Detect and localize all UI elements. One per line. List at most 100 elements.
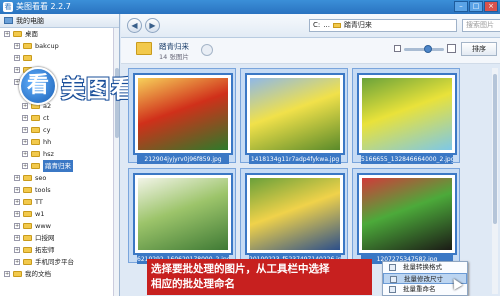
- expand-toggle-icon[interactable]: +: [14, 55, 20, 61]
- thumbnail-image: [138, 78, 228, 150]
- forward-button[interactable]: ▶: [145, 18, 160, 33]
- expand-toggle-icon[interactable]: +: [22, 139, 28, 145]
- minimize-button[interactable]: –: [454, 1, 468, 12]
- tree-item[interactable]: + 我的文档: [0, 268, 119, 280]
- tree-item[interactable]: + 手机同步平台: [0, 256, 119, 268]
- tree-item[interactable]: + seo: [0, 172, 119, 184]
- search-input[interactable]: 搜索图片: [462, 19, 500, 32]
- tree-item-label: hsz: [43, 150, 54, 158]
- thumbnail-image: [362, 178, 452, 250]
- tree-item-label: 我的文档: [25, 270, 51, 278]
- image-thumbnail[interactable]: 1418134g11r7adp4fykwa.jpg: [240, 68, 348, 164]
- folder-crumb[interactable]: 踏青归来: [344, 20, 372, 31]
- folder-icon: [23, 199, 32, 205]
- tree-item[interactable]: + ct: [0, 112, 119, 124]
- tree-item[interactable]: + tools: [0, 184, 119, 196]
- tree-item-label: 踏青归来: [43, 160, 73, 172]
- tree-item-label: 手机同步平台: [35, 258, 74, 266]
- folder-icon: [31, 163, 40, 169]
- main-toolbar: ◀ ▶ C: ... 踏青归来 搜索图片: [121, 14, 500, 38]
- expand-toggle-icon[interactable]: +: [4, 31, 10, 37]
- tree-item[interactable]: +: [0, 52, 119, 64]
- folder-icon: [23, 235, 32, 241]
- thumbnail-filename: 5166655_132846664000_2.jpg: [361, 155, 453, 164]
- expand-toggle-icon[interactable]: +: [14, 223, 20, 229]
- grid-scrollbar[interactable]: [492, 68, 498, 294]
- tree-item[interactable]: + hsz: [0, 148, 119, 160]
- expand-toggle-icon[interactable]: +: [14, 43, 20, 49]
- expand-toggle-icon[interactable]: +: [14, 259, 20, 265]
- folder-icon: [31, 139, 40, 145]
- expand-toggle-icon[interactable]: +: [22, 115, 28, 121]
- menu-item-convert-format[interactable]: 批量转换格式: [383, 262, 467, 273]
- zoom-in-icon[interactable]: [447, 44, 456, 53]
- folder-icon: [13, 271, 22, 277]
- address-bar[interactable]: C: ... 踏青归来: [309, 19, 457, 32]
- thumbnail-image: [250, 178, 340, 250]
- expand-toggle-icon[interactable]: +: [14, 175, 20, 181]
- zoom-slider-knob[interactable]: [424, 45, 432, 53]
- back-button[interactable]: ◀: [127, 18, 142, 33]
- caption-line-1: 选择要批处理的图片，从工具栏中选择: [151, 263, 330, 275]
- tree-item[interactable]: + TT: [0, 196, 119, 208]
- thumbnail-frame: [245, 73, 345, 155]
- image-thumbnail[interactable]: 212904jyjyrv0j96f859.jpg: [128, 68, 236, 164]
- tree-item[interactable]: + 拓宏师: [0, 244, 119, 256]
- expand-toggle-icon[interactable]: +: [14, 187, 20, 193]
- maximize-button[interactable]: □: [469, 1, 483, 12]
- sort-button[interactable]: 排序: [461, 42, 497, 56]
- folder-icon: [31, 115, 40, 121]
- drive-crumb[interactable]: C:: [313, 20, 320, 31]
- tree-item-label: 口授网: [35, 234, 55, 242]
- tree-item-label: www: [35, 222, 51, 230]
- folder-icon: [23, 211, 32, 217]
- ellipsis-crumb[interactable]: ...: [323, 20, 330, 31]
- expand-toggle-icon[interactable]: +: [14, 211, 20, 217]
- folder-icon: [31, 127, 40, 133]
- thumbnail-frame: [245, 173, 345, 255]
- image-thumbnail[interactable]: 5166655_132846664000_2.jpg: [352, 68, 460, 164]
- my-computer-header[interactable]: 我的电脑: [0, 14, 119, 28]
- expand-toggle-icon[interactable]: +: [22, 127, 28, 133]
- thumbnail-frame: [133, 173, 233, 255]
- window-title: 美图看看 2.2.7: [16, 2, 71, 11]
- tree-item-label: tools: [35, 186, 51, 194]
- tree-item-label: ct: [43, 114, 50, 122]
- zoom-out-icon[interactable]: [394, 45, 401, 52]
- folder-panel: 我的电脑 +桌面+bakcup++++007+a2+ct+cy+hh+hsz+踏…: [0, 14, 120, 296]
- tree-item[interactable]: + 口授网: [0, 232, 119, 244]
- folder-icon: [23, 247, 32, 253]
- tree-item[interactable]: + bakcup: [0, 40, 119, 52]
- tree-item-label: w1: [35, 210, 45, 218]
- image-thumbnail[interactable]: 1207275347582.jpg: [352, 168, 460, 264]
- image-thumbnail[interactable]: 20100223_f5237497140226.jpg: [240, 168, 348, 264]
- tree-item[interactable]: + 桌面: [0, 28, 119, 40]
- my-computer-label: 我的电脑: [16, 16, 44, 25]
- image-count: 14 张图片: [159, 53, 189, 61]
- expand-toggle-icon[interactable]: +: [22, 151, 28, 157]
- tree-item[interactable]: + 踏青归来: [0, 160, 119, 172]
- title-bar: 看 美图看看 2.2.7 – □ ×: [0, 0, 500, 14]
- thumbnail-filename: 1418134g11r7adp4fykwa.jpg: [249, 155, 341, 164]
- expand-toggle-icon[interactable]: +: [14, 247, 20, 253]
- caption-line-2: 相应的批处理命名: [151, 278, 235, 290]
- expand-toggle-icon[interactable]: +: [14, 199, 20, 205]
- close-button[interactable]: ×: [484, 1, 498, 12]
- thumbnail-image: [250, 78, 340, 150]
- tree-item[interactable]: + cy: [0, 124, 119, 136]
- tree-item[interactable]: + hh: [0, 136, 119, 148]
- folder-options-icon[interactable]: [201, 44, 213, 56]
- folder-icon: [136, 42, 152, 55]
- expand-toggle-icon[interactable]: +: [4, 271, 10, 277]
- app-icon: 看: [3, 2, 13, 12]
- tree-item-label: cy: [43, 126, 51, 134]
- tree-item[interactable]: + www: [0, 220, 119, 232]
- grid-scroll-thumb[interactable]: [493, 74, 497, 224]
- expand-toggle-icon[interactable]: +: [22, 163, 28, 169]
- folder-icon: [23, 55, 32, 61]
- zoom-slider[interactable]: [404, 45, 444, 53]
- tree-item[interactable]: + w1: [0, 208, 119, 220]
- image-thumbnail[interactable]: 6210292_160620178000_2.jpg: [128, 168, 236, 264]
- thumbnail-image: [138, 178, 228, 250]
- expand-toggle-icon[interactable]: +: [14, 235, 20, 241]
